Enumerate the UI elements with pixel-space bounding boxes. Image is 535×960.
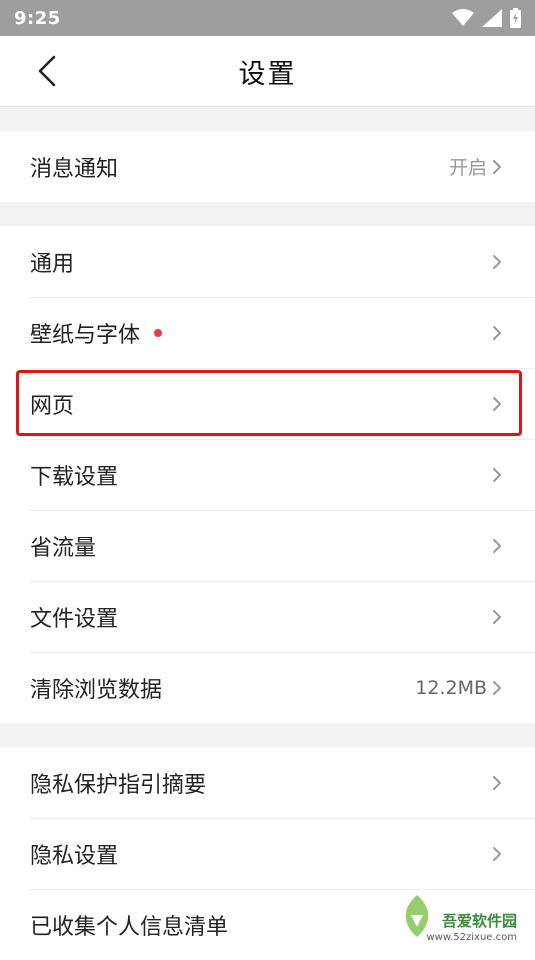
settings-item-wallpaper-font[interactable]: 壁纸与字体 — [0, 297, 535, 368]
chevron-right-icon — [493, 775, 501, 790]
settings-item-value-wrap: 开启 — [449, 153, 503, 180]
settings-item-label: 消息通知 — [30, 156, 119, 182]
settings-item-label: 隐私保护指引摘要 — [30, 772, 207, 798]
settings-item-label: 隐私设置 — [30, 843, 119, 869]
settings-item-label: 省流量 — [30, 535, 97, 561]
settings-item-value-wrap: 12.2MB — [415, 677, 503, 699]
settings-item-value-wrap — [491, 845, 503, 863]
settings-item-file[interactable]: 文件设置 — [0, 581, 535, 652]
settings-item-value: 12.2MB — [415, 676, 487, 699]
settings-item-label: 文件设置 — [30, 606, 119, 632]
settings-item-value-wrap — [491, 774, 503, 792]
settings-item-label: 已收集个人信息清单 — [30, 914, 229, 940]
section-gap — [0, 202, 535, 226]
settings-item-data-saver[interactable]: 省流量 — [0, 510, 535, 581]
battery-icon — [510, 8, 521, 28]
new-badge-dot — [154, 328, 163, 337]
chevron-right-icon — [493, 254, 501, 269]
settings-item-webpage[interactable]: 网页 — [0, 368, 535, 439]
settings-item-value-wrap — [491, 395, 503, 413]
settings-item-label: 壁纸与字体 — [30, 322, 141, 348]
status-icons — [452, 8, 521, 28]
back-arrow-icon — [38, 55, 56, 87]
watermark-url: www.52zixue.com — [426, 932, 518, 943]
wifi-icon — [452, 9, 474, 26]
settings-item-download[interactable]: 下载设置 — [0, 439, 535, 510]
back-button[interactable] — [30, 54, 64, 88]
section-gap — [0, 723, 535, 747]
section-gap — [0, 107, 535, 131]
settings-item-label-wrap: 壁纸与字体 — [30, 317, 163, 349]
settings-item-value-wrap — [491, 537, 503, 555]
page-title: 设置 — [238, 58, 297, 90]
settings-group-notifications: 消息通知 开启 — [0, 131, 535, 202]
chevron-right-icon — [493, 325, 501, 340]
chevron-right-icon — [493, 159, 501, 174]
settings-item-label: 网页 — [30, 393, 75, 419]
status-time: 9:25 — [14, 7, 61, 29]
settings-item-value: 开启 — [448, 157, 487, 179]
app-bar: 设置 — [0, 36, 535, 107]
settings-item-value-wrap — [491, 253, 503, 271]
settings-item-value-wrap — [491, 466, 503, 484]
settings-item-privacy-settings[interactable]: 隐私设置 — [0, 818, 535, 889]
settings-item-clear-browsing-data[interactable]: 清除浏览数据 12.2MB — [0, 652, 535, 723]
settings-item-notifications[interactable]: 消息通知 开启 — [0, 131, 535, 202]
settings-item-value-wrap — [491, 608, 503, 626]
settings-item-label: 下载设置 — [30, 464, 119, 490]
status-bar: 9:25 — [0, 0, 535, 36]
chevron-right-icon — [493, 396, 501, 411]
chevron-right-icon — [493, 680, 501, 695]
chevron-right-icon — [493, 538, 501, 553]
settings-item-label: 通用 — [30, 251, 75, 277]
signal-icon — [482, 9, 502, 27]
settings-item-value-wrap — [491, 324, 503, 342]
settings-item-general[interactable]: 通用 — [0, 226, 535, 297]
settings-group-general: 通用 壁纸与字体 网页 下载设置 省流量 文件设置 清除浏览数据 12.2MB — [0, 226, 535, 723]
settings-item-privacy-summary[interactable]: 隐私保护指引摘要 — [0, 747, 535, 818]
watermark: 吾爱软件园 www.52zixue.com — [397, 893, 527, 945]
settings-item-label: 清除浏览数据 — [30, 677, 163, 703]
chevron-right-icon — [493, 467, 501, 482]
watermark-text: 吾爱软件园 — [441, 912, 517, 930]
chevron-right-icon — [493, 609, 501, 624]
chevron-right-icon — [493, 846, 501, 861]
